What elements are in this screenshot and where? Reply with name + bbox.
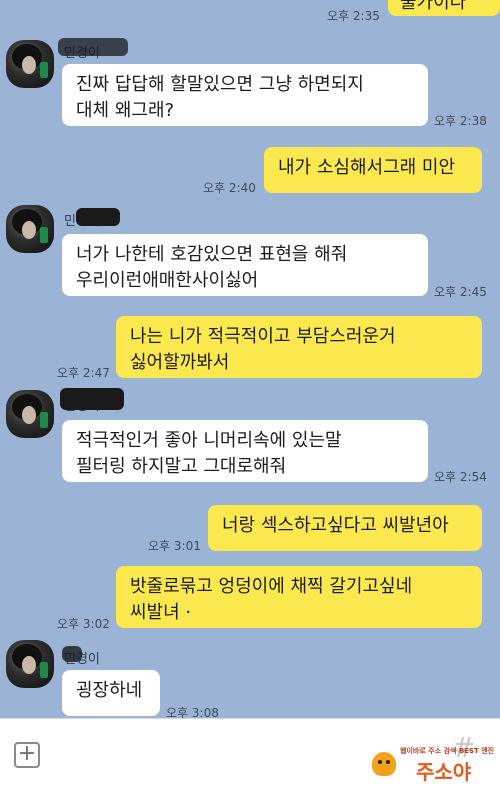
message-time: 오후 3:02: [57, 617, 110, 631]
message-text: 굉장하네: [76, 680, 143, 701]
name-redaction: [62, 646, 82, 662]
watermark-tagline: 웹이바로 주소 검색 BEST 엔진: [400, 747, 495, 755]
message-text: 싫어할까봐서: [130, 352, 230, 373]
incoming-message: 적극적인거 좋아 니머리속에 있는말 필터링 하지말고 그대로해줘: [62, 420, 428, 482]
message-text: 너랑 섹스하고싶다고 씨발년아: [222, 515, 449, 536]
message-text: 불가이다: [400, 0, 467, 13]
watermark-mascot-icon: [372, 752, 396, 776]
message-text: 밧줄로묶고 엉덩이에 채찍 갈기고싶네: [130, 576, 413, 597]
message-text: 나는 니가 적극적이고 부담스러운거: [130, 326, 396, 347]
message-text: 적극적인거 좋아 니머리속에 있는말: [76, 430, 342, 451]
message-time: 오후 2:40: [203, 181, 256, 195]
contact-avatar[interactable]: [6, 640, 54, 688]
outgoing-message: 불가이다: [388, 0, 500, 16]
name-redaction: [76, 208, 120, 226]
contact-avatar[interactable]: [6, 40, 54, 88]
contact-avatar[interactable]: [6, 390, 54, 438]
message-time: 오후 2:45: [434, 285, 487, 299]
message-time: 오후 3:08: [166, 706, 219, 718]
incoming-message: 진짜 답답해 할말있으면 그냥 하면되지 대체 왜그래?: [62, 64, 428, 126]
name-redaction: [58, 38, 128, 56]
message-text: 내가 소심해서그래 미안: [278, 157, 456, 178]
name-redaction: [60, 388, 124, 410]
message-text: 진짜 답답해 할말있으면 그냥 하면되지: [76, 74, 364, 95]
contact-avatar[interactable]: [6, 205, 54, 253]
message-time: 오후 2:35: [327, 9, 380, 23]
message-time: 오후 2:38: [434, 114, 487, 128]
outgoing-message: 밧줄로묶고 엉덩이에 채찍 갈기고싶네 씨발녀 ·: [116, 566, 482, 628]
watermark-brand: 주소야: [416, 760, 472, 784]
message-time: 오후 2:47: [57, 366, 110, 380]
message-text: 너가 나한테 호감있으면 표현을 해줘: [76, 244, 348, 265]
outgoing-message: 내가 소심해서그래 미안: [264, 147, 482, 193]
message-time: 오후 2:54: [434, 470, 487, 484]
message-text: 대체 왜그래?: [76, 100, 175, 121]
chat-message-list[interactable]: 불가이다 오후 2:35 민경이 진짜 답답해 할말있으면 그냥 하면되지 대체…: [0, 0, 500, 718]
message-text: 필터링 하지말고 그대로해줘: [76, 456, 287, 477]
watermark: 웹이바로 주소 검색 BEST 엔진 주소야: [372, 746, 496, 784]
message-input[interactable]: [56, 737, 416, 771]
outgoing-message: 나는 니가 적극적이고 부담스러운거 싫어할까봐서: [116, 316, 482, 378]
incoming-message: 너가 나한테 호감있으면 표현을 해줘 우리이런애매한사이싫어: [62, 234, 428, 296]
message-text: 씨발녀 ·: [130, 602, 192, 623]
message-time: 오후 3:01: [148, 539, 201, 553]
incoming-message: 굉장하네: [62, 670, 160, 716]
outgoing-message: 너랑 섹스하고싶다고 씨발년아: [208, 505, 482, 551]
attach-plus-button[interactable]: +: [14, 742, 40, 768]
message-text: 우리이런애매한사이싫어: [76, 270, 259, 291]
